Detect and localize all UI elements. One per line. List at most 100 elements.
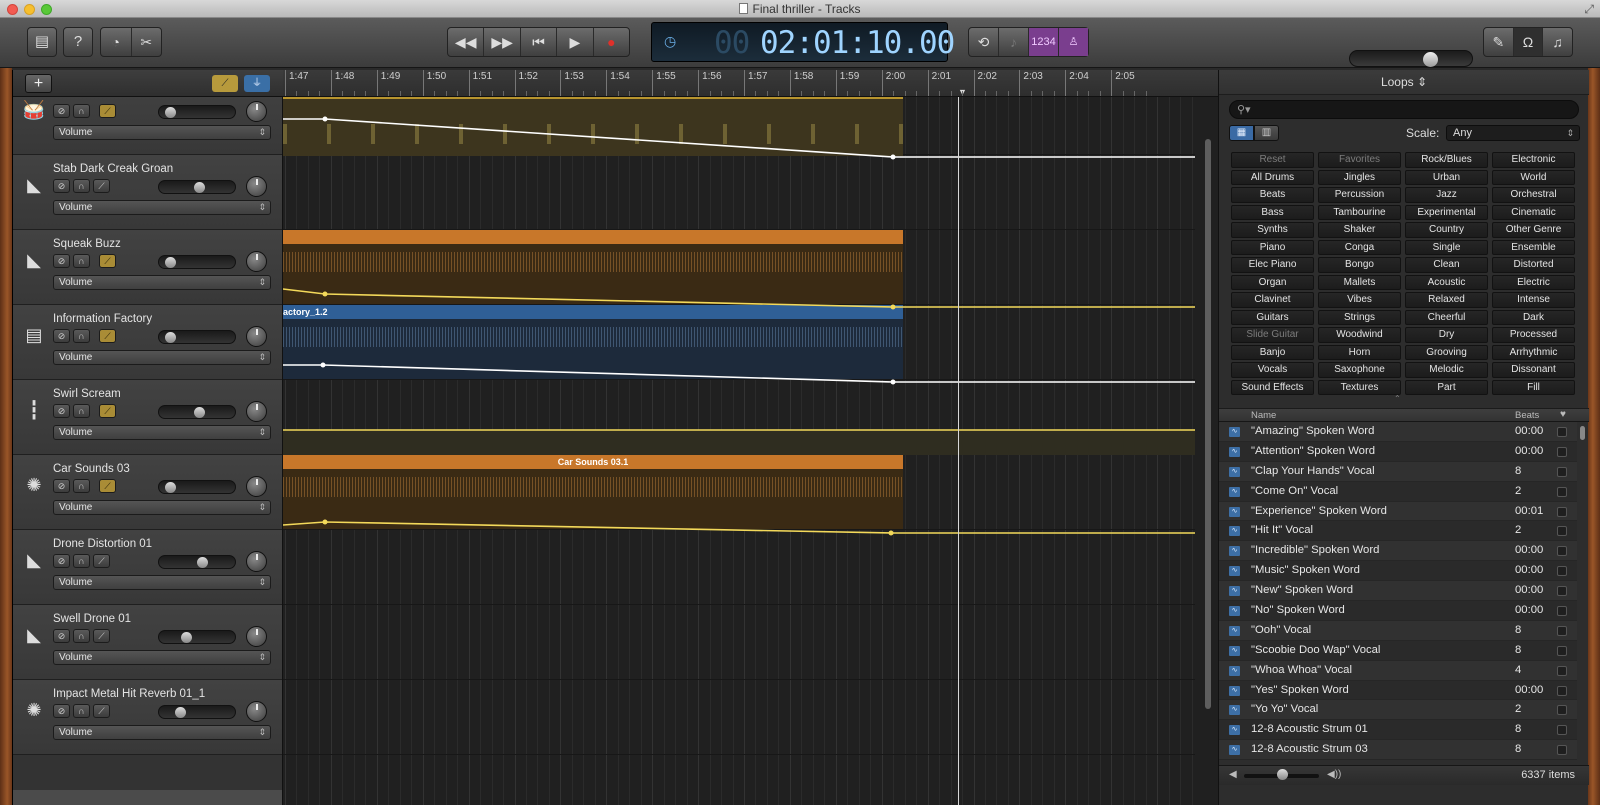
track-volume-slider[interactable]	[158, 105, 236, 119]
pan-knob[interactable]	[246, 401, 267, 422]
ruler[interactable]: ▼ 1:47 1:48 1:49 1:50 1:51 1:52 1:53 1:54 1:55 1:…	[283, 70, 1219, 97]
keyword-button[interactable]: Jingles	[1318, 169, 1401, 185]
loop-browser-icon[interactable]: Ω	[1513, 28, 1544, 56]
automation-parameter-select[interactable]: Volume	[53, 125, 271, 140]
mute-icon[interactable]: ⊘	[53, 179, 70, 193]
favorite-column-icon[interactable]: ♥	[1560, 409, 1566, 420]
keyword-button[interactable]: Textures	[1318, 379, 1401, 395]
headphones-icon[interactable]: ∩	[73, 704, 90, 718]
automation-point[interactable]	[320, 362, 326, 368]
keyword-button[interactable]: Clean	[1405, 257, 1488, 273]
loop-list-item[interactable]: ∿ "Music" Spoken Word 00:00	[1219, 561, 1577, 582]
keyword-button[interactable]: Horn	[1318, 344, 1401, 360]
pan-knob[interactable]	[246, 701, 267, 722]
go-to-start-icon[interactable]: ⏮	[521, 28, 558, 56]
name-column-header[interactable]: Name	[1251, 410, 1276, 421]
favorite-checkbox[interactable]	[1557, 427, 1567, 437]
automation-icon[interactable]: ⟋	[99, 254, 116, 268]
keyword-button[interactable]: Single	[1405, 239, 1488, 255]
keyword-button[interactable]: Grooving	[1405, 344, 1488, 360]
lcd-display[interactable]: ◷ 00 02:01:10.00	[651, 22, 955, 62]
keyword-button[interactable]: Synths	[1231, 222, 1314, 238]
flex-filter-icon[interactable]: ⏚	[244, 75, 270, 92]
record-icon[interactable]: ●	[594, 28, 629, 56]
keyword-button[interactable]: Distorted	[1492, 257, 1575, 273]
keyword-button[interactable]: Bongo	[1318, 257, 1401, 273]
favorite-checkbox[interactable]	[1557, 745, 1567, 756]
keyword-button[interactable]: Percussion	[1318, 187, 1401, 203]
automation-icon[interactable]: ⟋	[99, 104, 116, 118]
track-header[interactable]: 🥁 Portland Kit ⊘∩ ⟋ Volume	[13, 97, 282, 155]
favorite-checkbox[interactable]	[1557, 566, 1567, 577]
headphones-icon[interactable]: ∩	[73, 629, 90, 643]
headphones-icon[interactable]: ∩	[73, 554, 90, 568]
scale-select[interactable]: Any	[1446, 125, 1580, 141]
keyword-button[interactable]: Dissonant	[1492, 362, 1575, 378]
media-browser-icon[interactable]: ♫	[1543, 28, 1572, 56]
automation-toggle-icon[interactable]: ⟋	[212, 75, 238, 92]
keyword-button[interactable]: All Drums	[1231, 169, 1314, 185]
track-header[interactable]: ┇ Swirl Scream ⊘ ∩ ⟋ Volume	[13, 380, 282, 455]
track-name[interactable]: Drone Distortion 01	[53, 538, 152, 550]
car-sounds-automation[interactable]	[283, 521, 1195, 534]
master-volume-slider[interactable]	[1349, 50, 1473, 67]
track-header[interactable]: ◣ Squeak Buzz ⊘ ∩ ⟋ Volume	[13, 230, 282, 305]
favorite-checkbox[interactable]	[1557, 625, 1567, 636]
keyword-button[interactable]: World	[1492, 169, 1575, 185]
favorite-checkbox[interactable]	[1557, 725, 1567, 736]
beats-column-header[interactable]: Beats	[1515, 410, 1539, 421]
headphones-icon[interactable]: ∩	[73, 254, 90, 268]
mute-icon[interactable]: ⊘	[53, 704, 70, 718]
keyword-button[interactable]: Guitars	[1231, 309, 1314, 325]
keyword-button[interactable]: Vibes	[1318, 292, 1401, 308]
automation-parameter-select[interactable]: Volume	[53, 500, 271, 515]
loops-title[interactable]: Loops ⇕	[1219, 70, 1589, 95]
keyword-button[interactable]: Shaker	[1318, 222, 1401, 238]
headphones-icon[interactable]: ∩	[73, 404, 90, 418]
library-button[interactable]: ▤	[27, 27, 57, 57]
favorite-checkbox[interactable]	[1557, 486, 1567, 497]
headphones-icon[interactable]: ∩	[73, 104, 90, 118]
mute-icon[interactable]: ⊘	[53, 329, 70, 343]
timeline[interactable]: actory_1.2 Car Sounds 03.1	[283, 97, 1219, 805]
keyword-button[interactable]: Jazz	[1405, 187, 1488, 203]
keyword-button[interactable]: Slide Guitar	[1231, 327, 1314, 343]
button-view-icon[interactable]: ▦	[1229, 125, 1254, 141]
track-volume-knob[interactable]	[197, 557, 208, 568]
automation-icon[interactable]: ⟋	[99, 404, 116, 418]
headphones-icon[interactable]: ∩	[73, 479, 90, 493]
help-button[interactable]: ?	[63, 27, 93, 57]
loop-list-item[interactable]: ∿ "Ooh" Vocal 8	[1219, 620, 1577, 641]
automation-point[interactable]	[322, 291, 328, 297]
loop-list-item[interactable]: ∿ 12-8 Acoustic Strum 01 8	[1219, 720, 1577, 741]
track-name[interactable]: Impact Metal Hit Reverb 01_1	[53, 688, 205, 700]
loop-list-item[interactable]: ∿ "Attention" Spoken Word 00:00	[1219, 441, 1577, 462]
automation-point[interactable]	[322, 116, 328, 122]
loop-list-item[interactable]: ∿ "Yo Yo" Vocal 2	[1219, 700, 1577, 721]
pan-knob[interactable]	[246, 101, 267, 122]
play-icon[interactable]: ▶	[557, 28, 594, 56]
loop-list-scrollbar[interactable]	[1580, 426, 1585, 440]
favorite-checkbox[interactable]	[1557, 526, 1567, 537]
keyword-button[interactable]: Orchestral	[1492, 187, 1575, 203]
editors-icon[interactable]: ✂	[132, 28, 162, 56]
automation-parameter-select[interactable]: Volume	[53, 575, 271, 590]
keyword-button[interactable]: Urban	[1405, 169, 1488, 185]
keyword-button[interactable]: Organ	[1231, 274, 1314, 290]
fast-forward-icon[interactable]: ▶▶	[484, 28, 521, 56]
automation-icon[interactable]: ⟋	[99, 479, 116, 493]
keyword-button[interactable]: Dark	[1492, 309, 1575, 325]
squeak-buzz-automation[interactable]	[283, 288, 1195, 308]
information-factory-automation[interactable]	[283, 364, 1195, 383]
automation-point[interactable]	[322, 519, 328, 525]
keyword-button[interactable]: Other Genre	[1492, 222, 1575, 238]
loop-list-item[interactable]: ∿ "New" Spoken Word 00:00	[1219, 581, 1577, 602]
favorite-checkbox[interactable]	[1557, 466, 1567, 477]
mute-icon[interactable]: ⊘	[53, 404, 70, 418]
keyword-button[interactable]: Experimental	[1405, 204, 1488, 220]
keyword-button[interactable]: Strings	[1318, 309, 1401, 325]
automation-icon[interactable]: ⟋	[93, 179, 110, 193]
playhead[interactable]	[958, 97, 959, 805]
preview-volume-knob[interactable]	[1277, 769, 1288, 780]
fullscreen-icon[interactable]: ⤢	[1584, 2, 1594, 17]
